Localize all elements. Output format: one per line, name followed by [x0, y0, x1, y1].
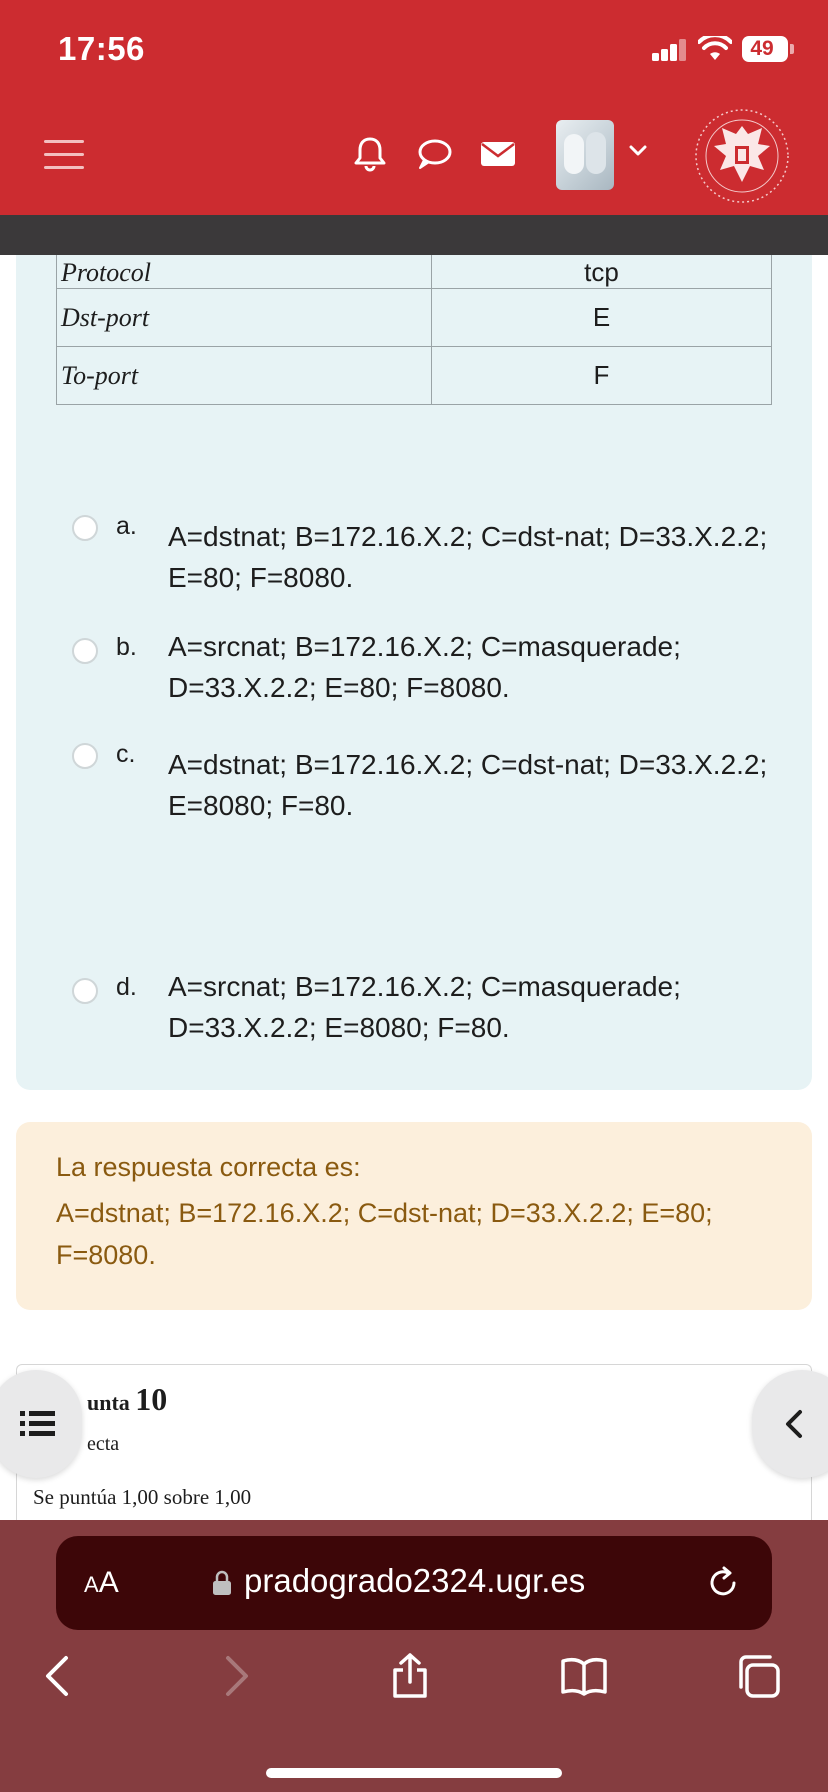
address-bar[interactable]: AA pradogrado2324.ugr.es: [56, 1536, 772, 1630]
table-row: To-port F: [56, 346, 772, 405]
bookmarks-icon[interactable]: [560, 1652, 608, 1700]
question-heading-prefix: unta: [87, 1390, 130, 1415]
share-icon[interactable]: [386, 1652, 434, 1700]
back-icon[interactable]: [34, 1652, 82, 1700]
answer-text: A=dstnat; B=172.16.X.2; C=dst-nat; D=33.…: [56, 1198, 713, 1270]
browser-toolbar: AA pradogrado2324.ugr.es: [0, 1520, 828, 1792]
chevron-left-icon: [786, 1410, 802, 1438]
text-size-small: A: [84, 1572, 99, 1597]
option-letter: d.: [116, 973, 137, 1001]
url-text: pradogrado2324.ugr.es: [244, 1562, 586, 1599]
option-text: A=srcnat; B=172.16.X.2; C=masquerade; D=…: [168, 971, 681, 1043]
text-size-button[interactable]: AA: [84, 1566, 119, 1600]
option-letter: b.: [116, 633, 137, 661]
table-cell-label: Dst-port: [56, 288, 432, 347]
user-avatar[interactable]: [556, 120, 614, 190]
battery-level: 49: [750, 37, 774, 60]
next-question-card: unta 10 ecta Se puntúa 1,00 sobre 1,00: [16, 1364, 812, 1524]
battery-cap: [790, 44, 794, 54]
navbar-overlay: [0, 215, 828, 255]
option-text: A=dstnat; B=172.16.X.2; C=dst-nat; D=33.…: [168, 521, 768, 593]
table-cell-value: F: [431, 346, 772, 405]
signal-icon: [652, 39, 688, 61]
app-header: 17:56 49: [0, 0, 828, 215]
table-cell-label: To-port: [56, 346, 432, 405]
question-table: Protocol tcp Dst-port E To-port F: [56, 246, 772, 405]
correct-answer-box: La respuesta correcta es: A=dstnat; B=17…: [16, 1122, 812, 1310]
text-size-large: A: [98, 1566, 119, 1599]
option-b[interactable]: b. A=srcnat; B=172.16.X.2; C=masquerade;…: [72, 626, 772, 706]
mail-icon[interactable]: [478, 134, 518, 174]
option-text: A=dstnat; B=172.16.X.2; C=dst-nat; D=33.…: [168, 749, 768, 821]
option-letter: a.: [116, 512, 137, 540]
radio-option-d[interactable]: [72, 978, 98, 1004]
question-status: ecta: [87, 1433, 120, 1455]
question-heading: unta 10: [87, 1381, 167, 1418]
chevron-down-icon[interactable]: [628, 144, 648, 158]
menu-icon[interactable]: [44, 138, 84, 172]
home-indicator: [266, 1768, 562, 1778]
radio-option-b[interactable]: [72, 638, 98, 664]
question-score: Se puntúa 1,00 sobre 1,00: [33, 1485, 252, 1509]
wifi-icon: [698, 36, 732, 60]
tabs-icon[interactable]: [734, 1652, 782, 1700]
radio-option-c[interactable]: [72, 743, 98, 769]
status-time: 17:56: [58, 30, 145, 67]
option-c[interactable]: c. A=dstnat; B=172.16.X.2; C=dst-nat; D=…: [72, 740, 772, 821]
reload-icon[interactable]: [706, 1566, 740, 1600]
lock-icon: [213, 1570, 231, 1595]
table-cell-value: E: [431, 288, 772, 347]
table-row: Dst-port E: [56, 288, 772, 347]
battery-icon: 49: [742, 36, 788, 62]
list-icon: [20, 1411, 55, 1436]
answer-title: La respuesta correcta es:: [56, 1152, 361, 1182]
quiz-navigation-button[interactable]: [0, 1370, 82, 1478]
university-logo[interactable]: [692, 106, 792, 206]
radio-option-a[interactable]: [72, 515, 98, 541]
bell-icon[interactable]: [350, 134, 390, 174]
forward-icon[interactable]: [212, 1652, 260, 1700]
option-letter: c.: [116, 740, 136, 768]
chat-icon[interactable]: [414, 134, 454, 174]
option-text: A=srcnat; B=172.16.X.2; C=masquerade; D=…: [168, 631, 681, 703]
option-a[interactable]: a. A=dstnat; B=172.16.X.2; C=dst-nat; D=…: [72, 512, 772, 593]
option-d[interactable]: d. A=srcnat; B=172.16.X.2; C=masquerade;…: [72, 966, 772, 1046]
question-number: 10: [135, 1381, 168, 1417]
